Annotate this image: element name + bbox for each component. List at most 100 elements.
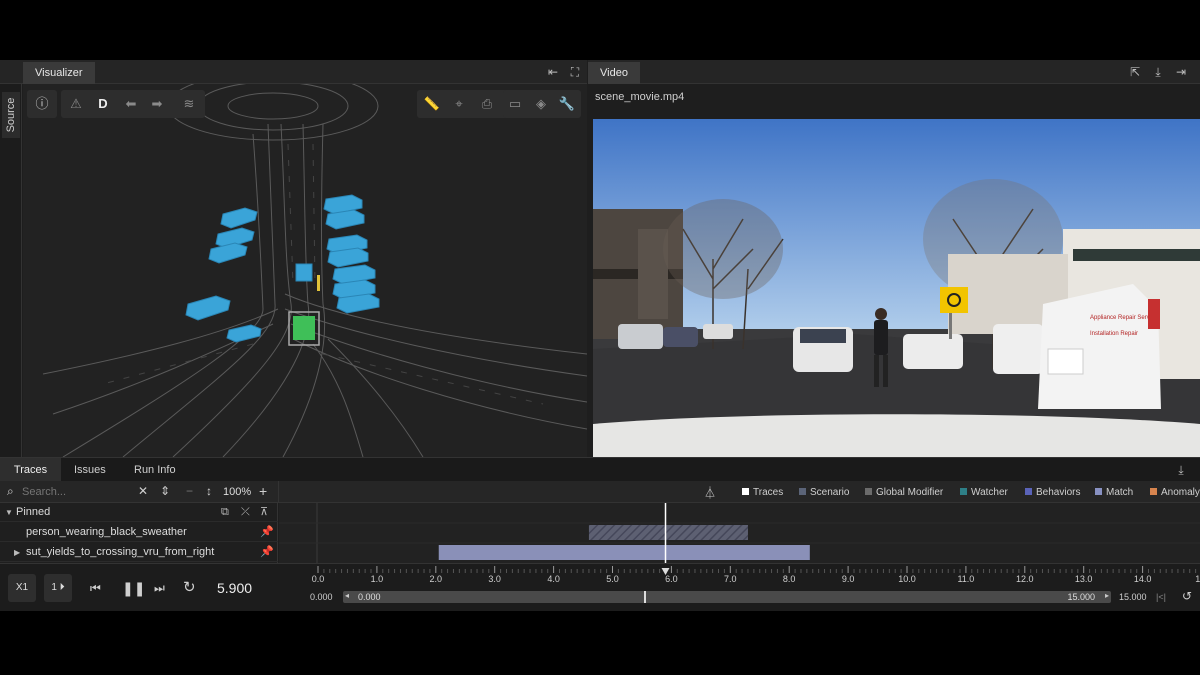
range-right-handle-icon[interactable]: ▸ [1105, 591, 1109, 600]
tick-label: 4.0 [547, 574, 560, 584]
arrow-right-icon[interactable]: ➡ [147, 94, 167, 114]
legend-swatch [799, 488, 806, 495]
layers-icon[interactable]: ◈ [531, 94, 551, 114]
arrow-left-icon[interactable]: ⬅ [121, 94, 141, 114]
ruler-ticks [317, 566, 1197, 575]
legend-label: Global Modifier [876, 487, 944, 498]
source-label: Source [5, 97, 17, 133]
tab-issues[interactable]: Issues [62, 458, 118, 482]
fullscreen-icon[interactable]: ⛶ [568, 65, 582, 79]
list-item[interactable]: ▶ sut_yields_to_crossing_vru_from_right … [0, 543, 278, 562]
collapse-panel-icon[interactable]: ⇤ [546, 65, 560, 79]
tick-label: 6.0 [665, 574, 678, 584]
skip-back-icon[interactable]: ⏮ [90, 581, 101, 596]
tick-label: 8.0 [782, 574, 796, 584]
clear-search-icon[interactable]: ✕ [138, 484, 148, 498]
step-button[interactable]: 1 ⏵ [44, 574, 72, 602]
legend-scenario[interactable]: Scenario [799, 487, 849, 498]
tick-label: 7.0 [724, 574, 737, 584]
tab-traces[interactable]: Traces [0, 458, 61, 482]
source-rail: Source [0, 84, 22, 457]
range-slider[interactable]: ◂ 0.000 15.000 ▸ [343, 591, 1111, 603]
chevron-down-icon[interactable]: ▼ [5, 503, 13, 522]
trace-name: person_wearing_black_sweather [26, 526, 187, 538]
zoom-in-icon[interactable]: + [259, 483, 267, 499]
info-icon[interactable]: ⓘ [32, 94, 52, 114]
view-toolgroup: 📏 ⌖ ⎙ [417, 90, 507, 118]
tick-label: 9.0 [841, 574, 855, 584]
road-map-scene [42, 84, 587, 457]
tab-source[interactable]: Source [2, 92, 20, 138]
warning-icon[interactable]: ⚠ [66, 94, 86, 114]
trace-bar-sut-yields[interactable] [438, 545, 810, 560]
legend-anomaly[interactable]: Anomaly [1150, 487, 1200, 498]
lanes-icon[interactable]: ≋ [179, 94, 199, 114]
playback-bar: X1 1 ⏵ ⏮ ❚❚ ⏭ ↻ 5.900 0.0 1.0 2.0 3.0 4.0 5.0… [0, 563, 1200, 611]
timeline-tracks[interactable] [279, 503, 1200, 563]
replay-icon[interactable]: ↻ [183, 578, 196, 596]
tick-label: 0.0 [311, 574, 325, 584]
speed-button[interactable]: X1 [8, 574, 36, 602]
collapse-all-icon[interactable]: ⤫ [241, 503, 250, 522]
tick-label: 13.0 [1074, 574, 1093, 584]
zoom-out-icon[interactable]: − [186, 484, 193, 498]
range-playhead-marker [644, 591, 647, 603]
tick-label: 10.0 [898, 574, 916, 584]
tick-label: 3.0 [488, 574, 501, 584]
focus-icon[interactable]: ⌖ [449, 94, 469, 114]
copy-icon[interactable]: ⧉ [221, 503, 229, 522]
tick-label: 2.0 [429, 574, 443, 584]
video-frame[interactable]: Appliance Repair Service Installation Re… [593, 119, 1200, 457]
lead-vehicle [295, 263, 313, 282]
tick-label: 11.0 [957, 574, 975, 584]
legend-match[interactable]: Match [1095, 487, 1133, 498]
drive-mode-button[interactable]: D [93, 94, 113, 114]
range-start: 0.000 [358, 592, 381, 602]
traces-list: ▼ Pinned ⧉ ⤫ ⊼ person_wearing_black_swea… [0, 503, 278, 563]
unpin-all-icon[interactable]: ⊼ [260, 503, 268, 522]
pause-icon[interactable]: ❚❚ [122, 580, 145, 597]
download-icon[interactable]: ⤓ [1151, 65, 1165, 79]
export-icon[interactable]: ⤓ [1174, 463, 1188, 477]
filter-icon[interactable]: ⏃ [704, 484, 716, 501]
tab-video[interactable]: Video [588, 62, 640, 84]
open-external-icon[interactable]: ⇱ [1128, 65, 1142, 79]
svg-text:Appliance Repair Service: Appliance Repair Service [1090, 315, 1158, 321]
fit-range-icon[interactable]: |<| [1156, 592, 1166, 602]
trace-bar-person[interactable] [588, 525, 748, 540]
wrench-icon[interactable]: 🔧 [557, 94, 577, 114]
tab-run-info[interactable]: Run Info [122, 458, 188, 482]
search-input[interactable] [22, 483, 132, 501]
pinned-group[interactable]: ▼ Pinned ⧉ ⤫ ⊼ [0, 503, 278, 522]
settings-toolgroup: ▭ ◈ 🔧 [503, 90, 581, 118]
tick-label: 1.0 [370, 574, 384, 584]
legend-behaviors[interactable]: Behaviors [1025, 487, 1080, 498]
visualizer-canvas[interactable]: ⓘ ⚠ D ⬅ ➡ ≋ 📏 ⌖ ⎙ ▭ ◈ 🔧 [23, 84, 587, 457]
video-camera-icon[interactable]: ▭ [505, 94, 525, 114]
legend-label: Anomaly [1161, 487, 1200, 498]
time-ruler[interactable]: 0.0 1.0 2.0 3.0 4.0 5.0 6.0 7.0 8.0 9.0 10.0 11.0 12… [310, 564, 1200, 586]
range-left-handle-icon[interactable]: ◂ [345, 591, 349, 600]
traces-controls: ⌕ ✕ ⇕ − ↕ 100% + ⏃ Traces Scenario Globa… [0, 481, 1200, 503]
current-time: 5.900 [217, 580, 253, 596]
collapse-right-icon[interactable]: ⇥ [1174, 65, 1188, 79]
legend-swatch [1150, 488, 1157, 495]
bottom-tabbar: Traces Issues Run Info ⤓ [0, 457, 1200, 482]
legend-global-modifier[interactable]: Global Modifier [865, 487, 943, 498]
ruler-icon[interactable]: 📏 [422, 94, 442, 114]
expand-collapse-icon[interactable]: ⇕ [160, 484, 170, 498]
chevron-right-icon[interactable]: ▶ [14, 543, 20, 562]
list-item[interactable]: person_wearing_black_sweather 📌 [0, 523, 278, 542]
legend-traces[interactable]: Traces [742, 487, 783, 498]
video-header: Video ⇱ ⤓ ⇥ [588, 60, 1200, 84]
step-label: 1 [51, 582, 57, 593]
pin-icon[interactable]: 📌 [260, 543, 274, 562]
tab-visualizer[interactable]: Visualizer [23, 62, 95, 84]
skip-forward-icon[interactable]: ⏭ [154, 581, 165, 596]
camera-icon[interactable]: ⎙ [477, 94, 497, 114]
reset-icon[interactable]: ↺ [1182, 589, 1192, 603]
legend-label: Watcher [971, 487, 1008, 498]
legend-watcher[interactable]: Watcher [960, 487, 1008, 498]
pin-icon[interactable]: 📌 [260, 523, 274, 542]
fit-height-icon[interactable]: ↕ [206, 484, 212, 498]
